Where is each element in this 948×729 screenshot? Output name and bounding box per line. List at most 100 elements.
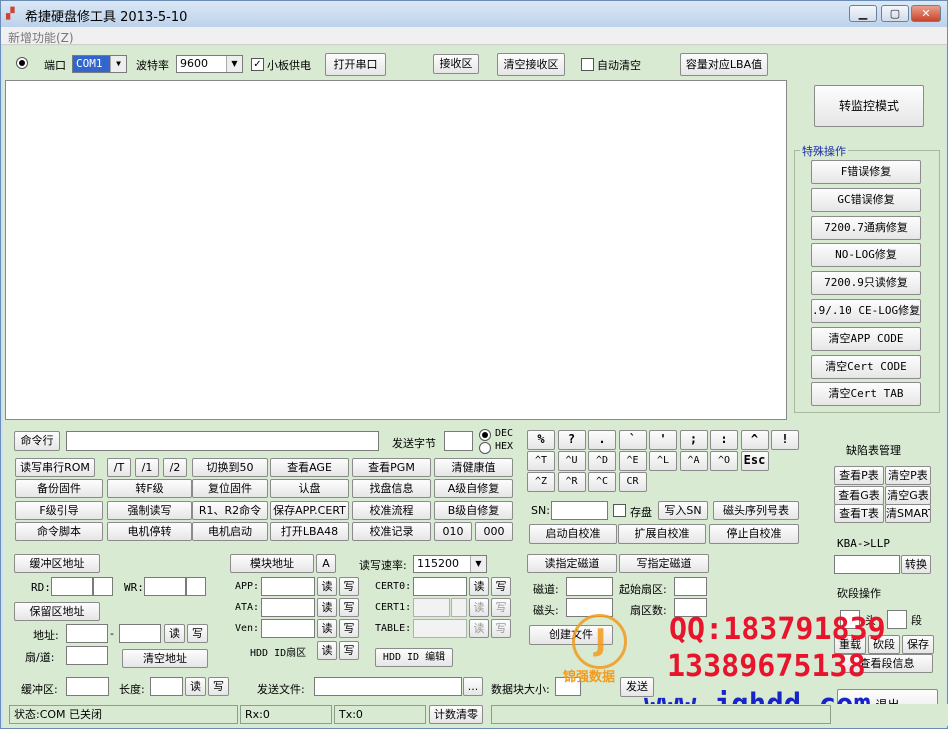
app-input[interactable] [261, 577, 315, 596]
special-op-button[interactable]: 清空APP CODE [811, 326, 921, 351]
grid-button[interactable]: /1 [135, 458, 159, 477]
wr-input-2[interactable] [186, 577, 206, 596]
convert-button[interactable]: 转换 [901, 555, 931, 574]
rd-input-2[interactable] [93, 577, 113, 596]
cert1-input-2[interactable] [451, 598, 467, 617]
port-select[interactable]: COM1 ▼ [72, 55, 127, 73]
grid-button[interactable]: 保存APP.CERT [270, 501, 349, 520]
addr-input-2[interactable] [119, 624, 161, 643]
grid-button[interactable]: 找盘信息 [352, 479, 431, 498]
key-button[interactable]: % [527, 430, 555, 450]
grid-button[interactable]: 000 [475, 522, 513, 541]
table-read-button[interactable]: 读 [469, 619, 489, 638]
cert1-input[interactable] [413, 598, 450, 617]
hdd-id-edit-button[interactable]: HDD ID 编辑 [375, 648, 453, 667]
browse-button[interactable]: ... [463, 677, 483, 696]
table-input[interactable] [413, 619, 467, 638]
auto-clear-checkbox[interactable] [581, 58, 594, 71]
track-input[interactable] [566, 577, 613, 596]
maximize-button[interactable]: ▢ [881, 5, 909, 22]
grid-button[interactable]: R1、R2命令 [192, 501, 268, 520]
special-op-button[interactable]: 7200.7通病修复 [811, 215, 921, 240]
save-cut-button[interactable]: 保存 [902, 635, 934, 654]
output-textarea[interactable] [5, 80, 787, 420]
read-track-button[interactable]: 读指定磁道 [527, 554, 617, 573]
special-op-button[interactable]: .9/.10 CE-LOG修复 [811, 299, 921, 323]
grid-button[interactable]: 强制读写 [107, 501, 192, 520]
grid-button[interactable]: 复位固件 [192, 479, 268, 498]
grid-button[interactable]: 切换到50 [192, 458, 268, 477]
extend-selfcal-button[interactable]: 扩展自校准 [618, 524, 706, 544]
addr-write-button[interactable]: 写 [187, 624, 208, 643]
cmd-line-button[interactable]: 命令行 [14, 431, 60, 451]
capacity-lba-button[interactable]: 容量对应LBA值 [680, 53, 768, 76]
grid-button[interactable]: 电机启动 [192, 522, 268, 541]
key-button[interactable]: ! [771, 430, 799, 450]
ata-read-button[interactable]: 读 [317, 598, 337, 617]
key-button[interactable]: ` [618, 430, 647, 450]
ven-write-button[interactable]: 写 [339, 619, 359, 638]
close-button[interactable]: ✕ [911, 5, 941, 22]
key-button[interactable]: ? [557, 430, 586, 450]
hex-radio[interactable] [479, 442, 491, 454]
app-write-button[interactable]: 写 [339, 577, 359, 596]
reserve-addr-button[interactable]: 保留区地址 [14, 602, 100, 621]
open-port-button[interactable]: 打开串口 [325, 53, 386, 76]
buffer-addr-button[interactable]: 缓冲区地址 [14, 554, 100, 573]
sn-input[interactable] [551, 501, 608, 520]
cert0-input[interactable] [413, 577, 467, 596]
clear-p-button[interactable]: 清空P表 [885, 466, 931, 485]
seg-input[interactable] [887, 610, 907, 629]
cert0-write-button[interactable]: 写 [491, 577, 511, 596]
clear-count-button[interactable]: 计数清零 [429, 705, 483, 724]
special-op-button[interactable]: NO-LOG修复 [811, 243, 921, 268]
special-op-button[interactable]: F错误修复 [811, 160, 921, 184]
special-op-button[interactable]: GC错误修复 [811, 187, 921, 212]
special-op-button[interactable]: 清空Cert CODE [811, 354, 921, 379]
grid-button[interactable]: 查看AGE [270, 458, 349, 477]
grid-button[interactable]: 打开LBA48 [270, 522, 349, 541]
length-input[interactable] [150, 677, 183, 696]
start-sector-input[interactable] [674, 577, 707, 596]
special-op-button[interactable]: 7200.9只读修复 [811, 271, 921, 296]
key-button[interactable]: ^C [588, 472, 616, 492]
menu-new-features[interactable]: 新增功能(Z) [8, 29, 74, 46]
grid-button[interactable]: 命令脚本 [15, 522, 103, 541]
key-button[interactable]: ^T [527, 451, 555, 471]
key-button[interactable]: . [588, 430, 616, 450]
view-p-button[interactable]: 查看P表 [834, 466, 884, 485]
wr-input[interactable] [144, 577, 186, 596]
hdd-id-write-button[interactable]: 写 [339, 641, 359, 660]
key-button[interactable]: ' [649, 430, 677, 450]
buffer-area-input[interactable] [66, 677, 109, 696]
key-button[interactable]: : [710, 430, 738, 450]
grid-button[interactable]: A级自修复 [434, 479, 513, 498]
key-button[interactable]: ^O [710, 451, 738, 471]
baud-select[interactable]: 9600 ▼ [176, 55, 243, 73]
grid-button[interactable]: /2 [163, 458, 187, 477]
key-button[interactable]: ^E [618, 451, 647, 471]
buffer-write-button[interactable]: 写 [208, 677, 229, 696]
grid-button[interactable]: /T [107, 458, 131, 477]
sector-track-input[interactable] [66, 646, 108, 665]
rd-input[interactable] [51, 577, 93, 596]
view-t-button[interactable]: 查看T表 [834, 504, 884, 523]
start-selfcal-button[interactable]: 启动自校准 [529, 524, 617, 544]
send-file-input[interactable] [314, 677, 462, 696]
grid-button[interactable]: 010 [434, 522, 472, 541]
clear-recv-button[interactable]: 清空接收区 [497, 53, 565, 76]
grid-button[interactable]: 校准流程 [352, 501, 431, 520]
addr-input-1[interactable] [66, 624, 108, 643]
module-addr-button[interactable]: 模块地址 [230, 554, 314, 573]
clear-addr-button[interactable]: 清空地址 [122, 649, 208, 668]
send-bytes-input[interactable] [444, 431, 473, 451]
ata-write-button[interactable]: 写 [339, 598, 359, 617]
key-button[interactable]: CR [618, 472, 647, 492]
key-button[interactable]: ^U [557, 451, 586, 471]
table-write-button[interactable]: 写 [491, 619, 511, 638]
grid-button[interactable]: 校准记录 [352, 522, 431, 541]
grid-button[interactable]: 清健康值 [434, 458, 513, 477]
app-read-button[interactable]: 读 [317, 577, 337, 596]
command-input[interactable] [66, 431, 379, 451]
addr-read-button[interactable]: 读 [164, 624, 185, 643]
